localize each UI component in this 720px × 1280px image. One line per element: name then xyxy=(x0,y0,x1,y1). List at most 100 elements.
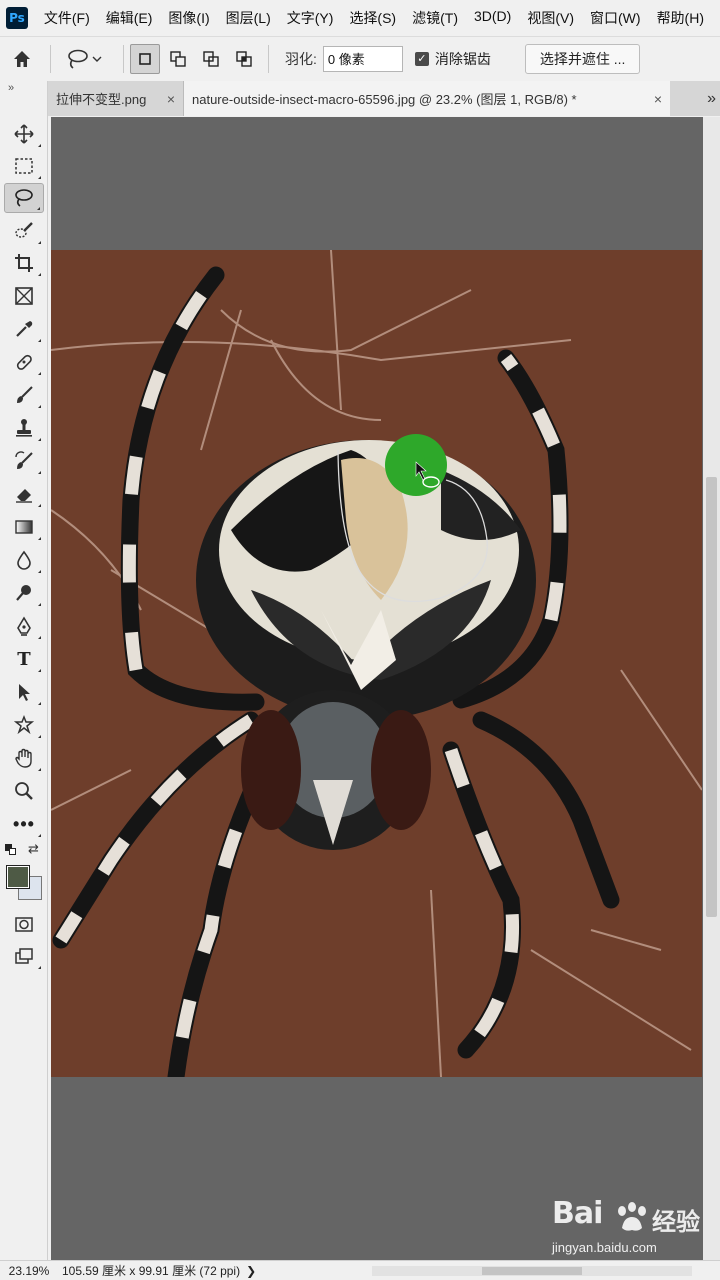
history-brush-tool[interactable] xyxy=(4,446,44,476)
tab-label: nature-outside-insect-macro-65596.jpg @ … xyxy=(192,92,577,107)
horizontal-scrollbar[interactable] xyxy=(372,1266,692,1276)
custom-shape-icon xyxy=(13,714,35,735)
quick-mask-button[interactable] xyxy=(4,909,44,939)
bandage-icon xyxy=(16,354,32,370)
dodge-icon xyxy=(16,585,31,601)
document-size: 105.59 厘米 x 99.91 厘米 (72 ppi) xyxy=(62,1264,241,1278)
crop-tool[interactable] xyxy=(4,248,44,278)
menu-bar: Ps 文件(F) 编辑(E) 图像(I) 图层(L) 文字(Y) 选择(S) 滤… xyxy=(0,0,720,36)
more-tools[interactable]: ••• xyxy=(4,809,44,839)
menu-type[interactable]: 文字(Y) xyxy=(287,8,334,28)
foreground-color-swatch[interactable] xyxy=(6,865,30,889)
gradient-tool[interactable] xyxy=(4,512,44,542)
brush-icon xyxy=(17,386,33,403)
move-icon xyxy=(14,124,34,144)
gradient-icon xyxy=(15,520,33,534)
zoom-tool[interactable] xyxy=(4,776,44,806)
marquee-tool[interactable] xyxy=(4,151,44,181)
submenu-indicator xyxy=(38,570,41,573)
submenu-indicator xyxy=(38,636,41,639)
paw-icon xyxy=(618,1202,646,1231)
tab-document-2[interactable]: nature-outside-insect-macro-65596.jpg @ … xyxy=(184,81,670,116)
close-icon[interactable]: × xyxy=(167,91,175,107)
submenu-indicator xyxy=(38,471,41,474)
document-image[interactable] xyxy=(51,250,702,1077)
close-icon[interactable]: × xyxy=(654,91,662,107)
antialias-checkbox[interactable]: ✓ 消除锯齿 xyxy=(414,49,491,69)
eraser-tool[interactable] xyxy=(4,479,44,509)
submenu-indicator xyxy=(38,702,41,705)
brush-tool[interactable] xyxy=(4,380,44,410)
submenu-indicator xyxy=(38,669,41,672)
select-and-mask-button[interactable]: 选择并遮住 ... xyxy=(524,43,641,74)
add-to-selection-button[interactable] xyxy=(163,44,193,74)
submenu-indicator xyxy=(38,768,41,771)
menu-view[interactable]: 视图(V) xyxy=(527,8,574,28)
quick-selection-tool[interactable] xyxy=(4,216,44,246)
healing-brush-tool[interactable] xyxy=(4,347,44,377)
screen-mode-button[interactable] xyxy=(4,941,44,971)
pen-tool[interactable] xyxy=(4,611,44,641)
submenu-indicator xyxy=(38,339,41,342)
dodge-tool[interactable] xyxy=(4,578,44,608)
shape-tool[interactable] xyxy=(4,710,44,740)
tab-document-1[interactable]: 拉伸不变型.png × xyxy=(48,81,184,116)
lasso-tool[interactable] xyxy=(4,183,44,213)
feather-label: 羽化: xyxy=(285,50,317,67)
checkmark-icon: ✓ xyxy=(414,51,429,66)
menu-layer[interactable]: 图层(L) xyxy=(226,8,271,28)
submenu-indicator xyxy=(38,144,41,147)
blur-tool[interactable] xyxy=(4,545,44,575)
quick-mask-icon xyxy=(15,917,33,932)
add-selection-icon xyxy=(170,50,186,67)
tool-preset-picker[interactable] xyxy=(57,48,117,70)
menu-edit[interactable]: 编辑(E) xyxy=(106,8,153,28)
more-tabs-button[interactable]: » xyxy=(670,81,720,116)
frame-tool[interactable] xyxy=(4,281,44,311)
subtract-from-selection-button[interactable] xyxy=(196,44,226,74)
lasso-icon xyxy=(68,49,88,69)
watermark-brand: Bai xyxy=(552,1196,603,1231)
submenu-indicator xyxy=(37,207,40,210)
type-tool[interactable]: T xyxy=(4,644,44,674)
menu-image[interactable]: 图像(I) xyxy=(168,8,209,28)
menu-select[interactable]: 选择(S) xyxy=(349,8,396,28)
quick-selection-icon xyxy=(15,222,33,238)
vertical-scrollbar[interactable] xyxy=(703,117,720,1260)
home-button[interactable] xyxy=(0,37,44,81)
menu-file[interactable]: 文件(F) xyxy=(44,8,90,28)
scrollbar-thumb[interactable] xyxy=(482,1267,582,1275)
submenu-indicator xyxy=(38,176,41,179)
lasso-icon xyxy=(15,189,33,207)
menu-help[interactable]: 帮助(H) xyxy=(657,8,704,28)
divider xyxy=(123,44,124,73)
screen-mode-icon xyxy=(15,948,33,964)
path-selection-tool[interactable] xyxy=(4,677,44,707)
zoom-level[interactable]: 23.19% xyxy=(4,1264,54,1278)
new-selection-icon xyxy=(139,52,151,65)
eyedropper-tool[interactable] xyxy=(4,314,44,344)
divider xyxy=(268,44,269,73)
hand-tool[interactable] xyxy=(4,743,44,773)
watermark-suffix: 经验 xyxy=(652,1209,700,1236)
move-tool[interactable] xyxy=(4,119,44,149)
canvas-workspace[interactable] xyxy=(51,117,703,1260)
default-colors-icon[interactable] xyxy=(5,844,17,856)
clone-stamp-tool[interactable] xyxy=(4,413,44,443)
zoom-icon xyxy=(15,782,33,800)
submenu-indicator xyxy=(38,438,41,441)
status-menu-icon[interactable]: ❯ xyxy=(246,1264,256,1278)
feather-input[interactable] xyxy=(322,45,403,72)
collapse-panel-icon[interactable]: » xyxy=(8,82,14,94)
tools-panel: » T ••• ⇄ xyxy=(0,81,48,1261)
swap-colors-icon[interactable]: ⇄ xyxy=(28,841,39,857)
pen-icon xyxy=(17,616,31,636)
menu-3d[interactable]: 3D(D) xyxy=(474,8,511,28)
scrollbar-thumb[interactable] xyxy=(706,477,717,917)
menu-window[interactable]: 窗口(W) xyxy=(590,8,641,28)
crop-icon xyxy=(15,254,33,272)
intersect-selection-button[interactable] xyxy=(229,44,259,74)
submenu-indicator xyxy=(38,405,41,408)
new-selection-button[interactable] xyxy=(130,43,160,74)
menu-filter[interactable]: 滤镜(T) xyxy=(412,8,458,28)
